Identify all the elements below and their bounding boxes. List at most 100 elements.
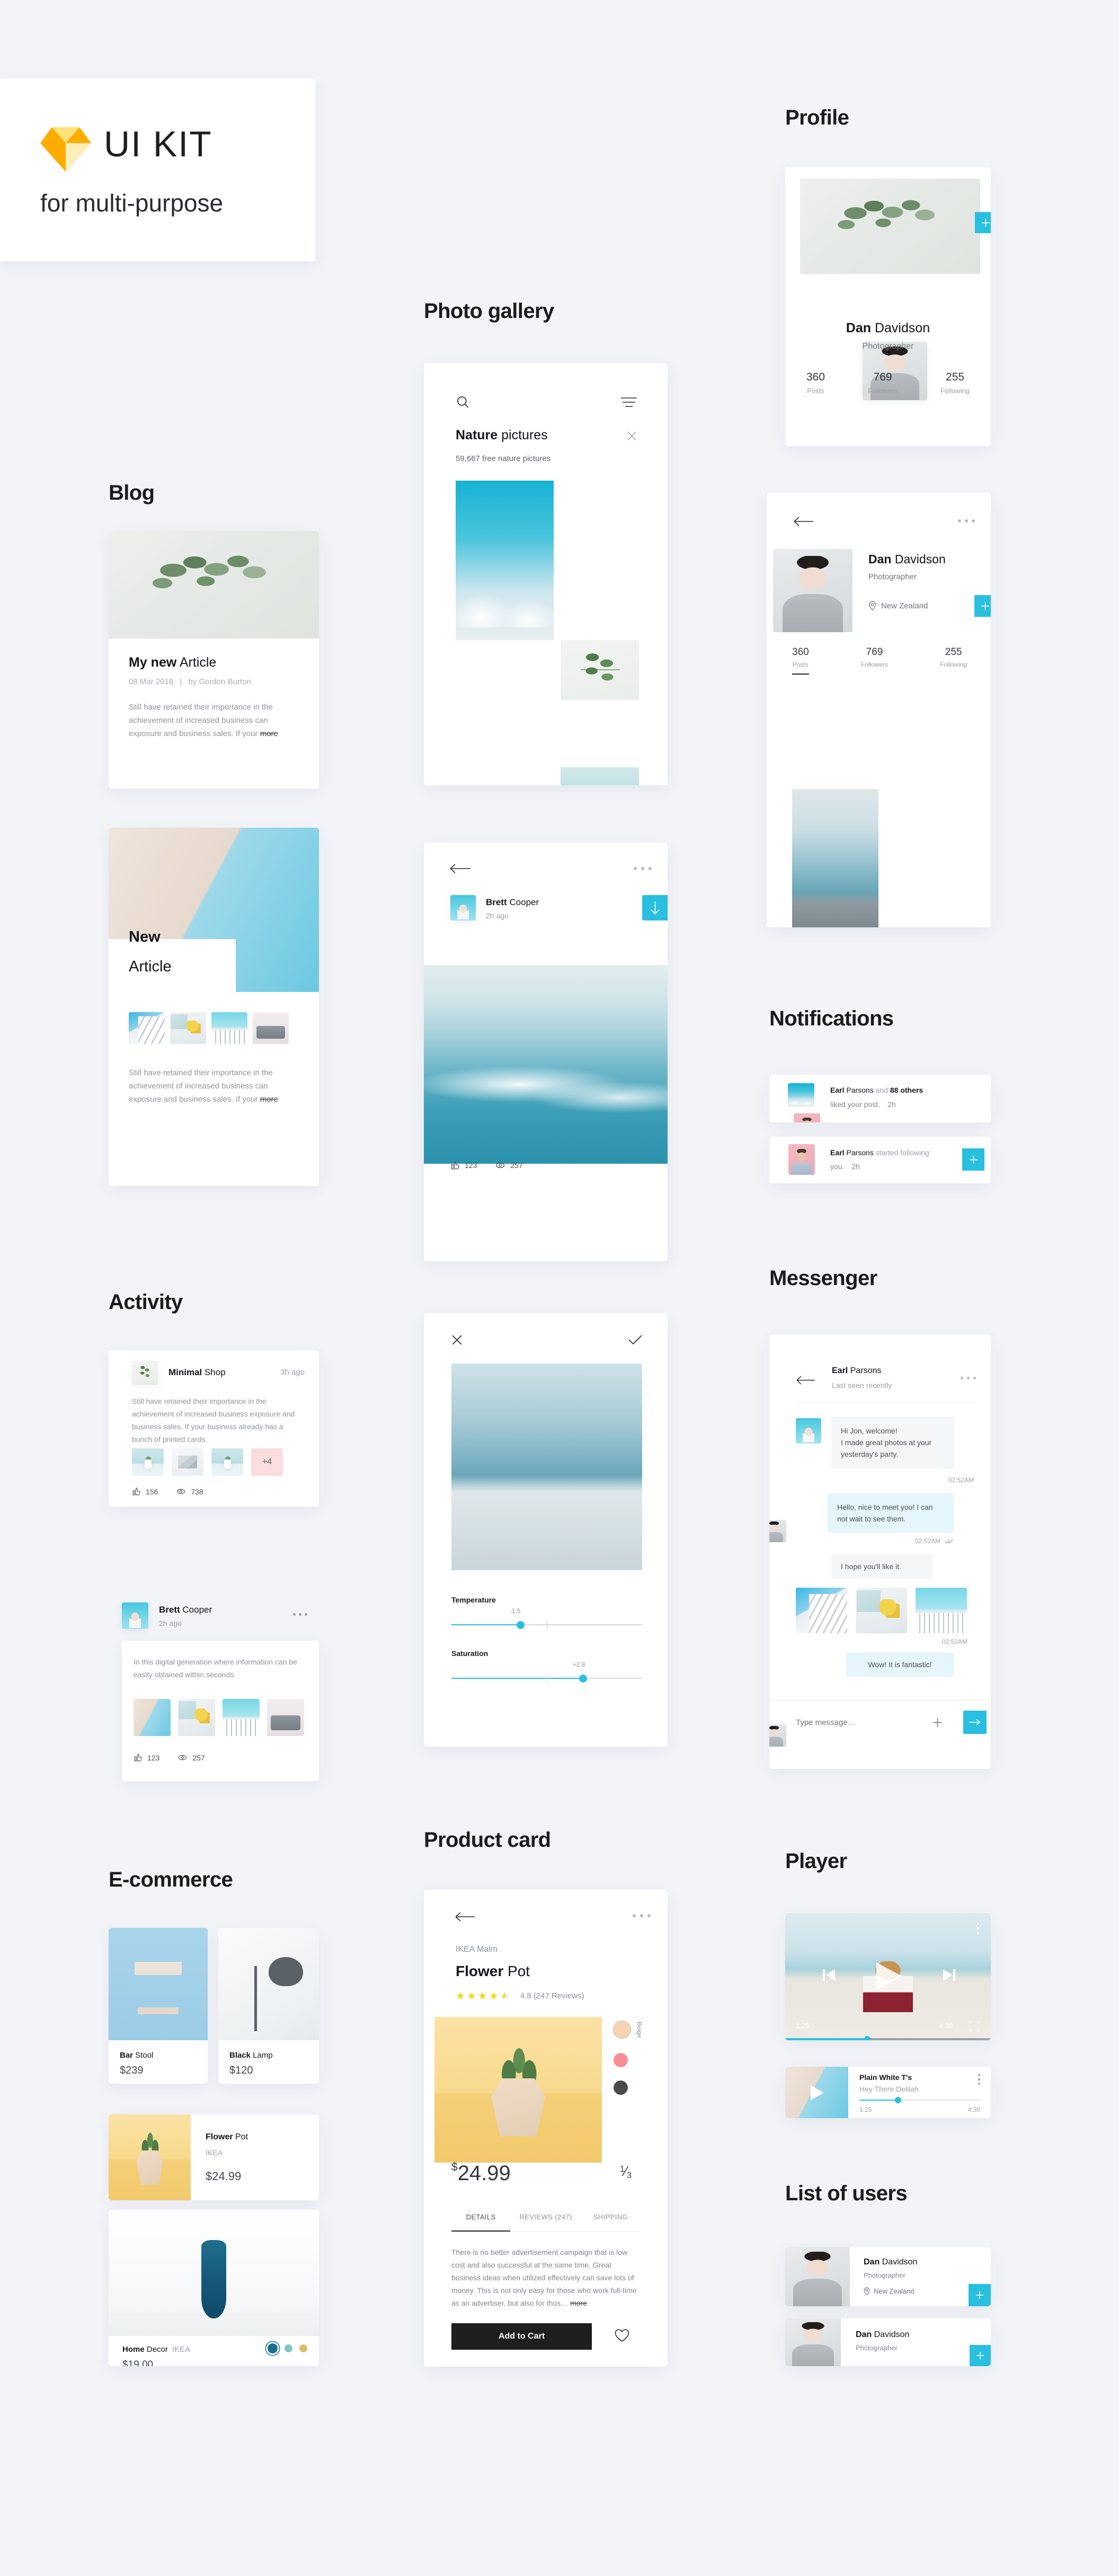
list-item[interactable]: [211, 1012, 247, 1044]
activity-post-1-extra-count[interactable]: +4: [251, 1448, 283, 1476]
color-swatch-selected[interactable]: [268, 2343, 278, 2353]
send-button[interactable]: [963, 1711, 987, 1734]
heart-icon[interactable]: [615, 2329, 629, 2342]
like-stat[interactable]: 123: [450, 1161, 477, 1170]
download-button[interactable]: [642, 895, 668, 920]
notification-item-1[interactable]: Earl Parsons and 88 others liked your po…: [769, 1075, 991, 1122]
slider-saturation-thumb[interactable]: [579, 1675, 588, 1683]
back-arrow-icon[interactable]: [794, 517, 814, 526]
list-item[interactable]: [223, 1699, 260, 1736]
fullscreen-icon[interactable]: [970, 2021, 979, 2031]
color-swatch-group[interactable]: [268, 2343, 307, 2353]
more-dots-icon[interactable]: [958, 519, 975, 523]
more-vertical-icon[interactable]: [978, 2074, 980, 2085]
product-description-more-link[interactable]: more: [570, 2299, 587, 2307]
tab-details-underline: [451, 2230, 511, 2232]
product-tile-black-lamp[interactable]: Black Lamp $120: [218, 1928, 319, 2084]
blog-card-1[interactable]: My new Article 08 Mar 2018 | by Gordon B…: [109, 531, 319, 789]
like-stat[interactable]: 123: [134, 1753, 159, 1762]
track-play-icon[interactable]: [810, 2085, 824, 2101]
gallery-photo-pot[interactable]: [561, 767, 639, 785]
product-card-home-decor[interactable]: Home Decor IKEA $19.00: [109, 2210, 319, 2366]
product-row-flower-pot[interactable]: Flower Pot IKEA $24.99: [109, 2114, 319, 2200]
view-stat[interactable]: 257: [495, 1161, 523, 1170]
list-item[interactable]: [178, 1699, 215, 1736]
message-image[interactable]: [856, 1588, 907, 1633]
color-swatch-pink[interactable]: [614, 2053, 628, 2067]
filter-icon[interactable]: [621, 396, 637, 409]
like-stat[interactable]: 156: [132, 1487, 158, 1496]
view-stat[interactable]: 257: [177, 1753, 205, 1762]
back-arrow-icon[interactable]: [797, 1376, 816, 1385]
profile-add-button[interactable]: [975, 212, 991, 233]
back-arrow-icon[interactable]: [450, 864, 472, 873]
product-detail-image[interactable]: [434, 2017, 602, 2163]
more-dots-icon[interactable]: [634, 867, 652, 870]
message-image[interactable]: [916, 1588, 967, 1633]
activity-post-2-author: Brett Cooper: [159, 1605, 212, 1615]
color-swatch[interactable]: [299, 2344, 307, 2352]
profile-2-photo-1[interactable]: [792, 789, 878, 927]
user-list-item-2[interactable]: Dan Davidson Photographer: [785, 2318, 991, 2366]
product-tabs[interactable]: DETAILS REVIEWS (247) SHIPPING: [451, 2213, 640, 2232]
message-image[interactable]: [796, 1588, 847, 1633]
notification-1-text: Earl Parsons and 88 others: [830, 1086, 923, 1094]
more-dots-icon[interactable]: [293, 1613, 307, 1616]
tab-shipping[interactable]: SHIPPING: [581, 2213, 640, 2221]
blog-card-1-more-link[interactable]: more: [260, 729, 278, 738]
blog-card-2-excerpt: Still have retained their importance in …: [129, 1066, 298, 1106]
gallery-photo-leaf[interactable]: [561, 640, 639, 700]
notification-2-follow-button[interactable]: [962, 1148, 984, 1171]
more-dots-icon[interactable]: [633, 1914, 651, 1917]
swatch-beige-group[interactable]: Beige: [614, 2021, 643, 2038]
close-icon[interactable]: [451, 1334, 463, 1345]
blog-card-1-title: My new Article: [129, 655, 216, 670]
blog-card-2-more-link[interactable]: more: [260, 1095, 278, 1104]
list-item[interactable]: [170, 1012, 206, 1044]
slider-temperature-group: Temperature -1.5: [451, 1596, 642, 1634]
tab-details[interactable]: DETAILS: [451, 2213, 510, 2221]
slider-temperature-thumb[interactable]: [516, 1621, 525, 1629]
section-title-notifications: Notifications: [769, 1007, 894, 1030]
add-to-cart-button[interactable]: Add to Cart: [451, 2323, 592, 2350]
photo-post-image[interactable]: [424, 965, 668, 1164]
color-swatch-dark[interactable]: [614, 2081, 628, 2095]
product-tile-bar-stool[interactable]: Bar Stool $239: [109, 1928, 208, 2084]
list-item[interactable]: [132, 1448, 164, 1476]
user-2-add-button[interactable]: [970, 2345, 991, 2366]
video-progress-thumb[interactable]: [864, 2036, 871, 2040]
list-item[interactable]: [267, 1699, 304, 1736]
list-item[interactable]: [253, 1012, 289, 1044]
check-icon[interactable]: [628, 1334, 642, 1345]
blog-card-2[interactable]: New Article Still have retained their im…: [109, 828, 319, 1186]
photo-editor-image[interactable]: [451, 1364, 642, 1570]
message-bubble-incoming-2: I hope you'll like it.: [831, 1554, 933, 1579]
search-icon[interactable]: [456, 395, 470, 409]
user-list-item-1[interactable]: Dan Davidson Photographer New Zealand: [785, 2247, 991, 2306]
tab-divider: [510, 2231, 581, 2232]
list-item[interactable]: [211, 1448, 243, 1476]
user-1-add-button[interactable]: [969, 2284, 991, 2306]
more-vertical-icon[interactable]: [977, 1923, 979, 1934]
attach-plus-icon[interactable]: [932, 1717, 943, 1728]
color-swatch-beige[interactable]: [614, 2021, 630, 2038]
gallery-photo-sky[interactable]: [456, 481, 554, 640]
play-icon[interactable]: [873, 1961, 903, 1991]
blog-card-2-excerpt-text: Still have retained their importance in …: [129, 1068, 273, 1104]
profile-2-add-button[interactable]: [974, 595, 991, 617]
list-item[interactable]: [134, 1699, 171, 1736]
color-swatch[interactable]: [285, 2344, 292, 2352]
notification-item-2[interactable]: Earl Parsons started following you. 2h: [769, 1137, 991, 1183]
star-icon: ★: [456, 1990, 465, 2002]
tab-reviews[interactable]: REVIEWS (247): [510, 2213, 581, 2221]
skip-forward-icon[interactable]: [942, 1968, 957, 1982]
track-progress-thumb[interactable]: [895, 2097, 901, 2103]
skip-back-icon[interactable]: [821, 1968, 836, 1982]
view-stat[interactable]: 738: [176, 1487, 203, 1496]
close-icon[interactable]: [627, 431, 637, 441]
message-input[interactable]: [796, 1712, 918, 1733]
more-dots-icon[interactable]: [961, 1377, 976, 1379]
list-item[interactable]: [129, 1012, 165, 1044]
list-item[interactable]: [172, 1448, 203, 1476]
back-arrow-icon[interactable]: [456, 1912, 476, 1922]
